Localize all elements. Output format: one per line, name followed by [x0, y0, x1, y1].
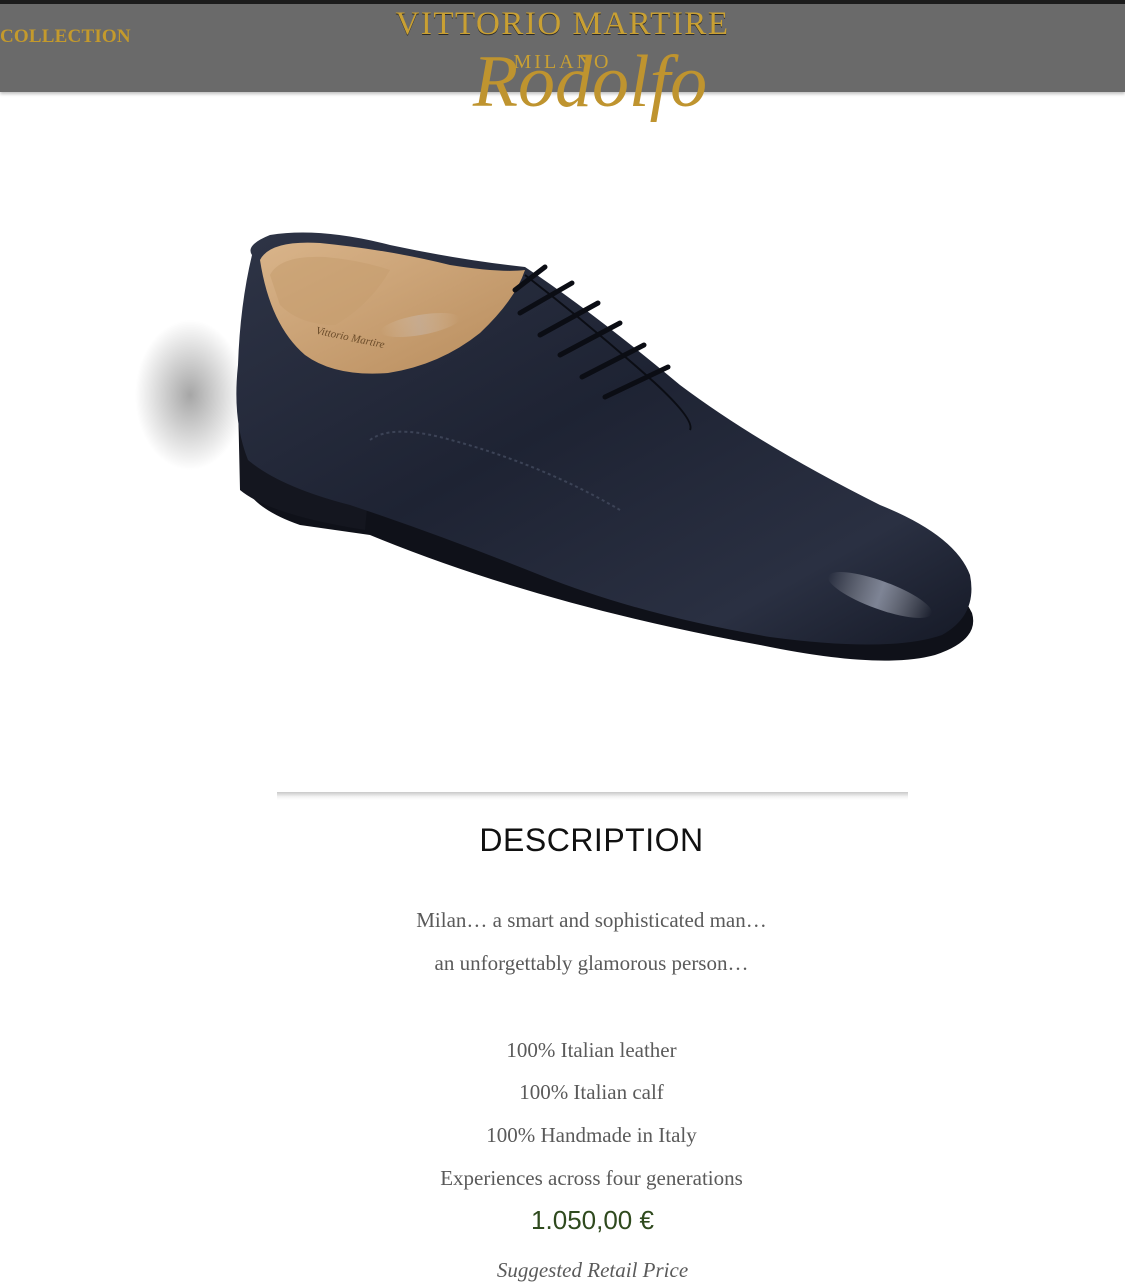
price-note: Suggested Retail Price	[496, 1258, 689, 1282]
feature-line: 100% Handmade in Italy	[486, 1123, 697, 1147]
oxford-shoe-illustration: Vittorio Martire	[135, 232, 974, 661]
feature-line: 100% Italian leather	[506, 1038, 677, 1062]
section-divider	[277, 792, 908, 800]
brand-name[interactable]: VITTORIO MARTIRE	[0, 6, 1125, 43]
description-intro-line: an unforgettably glamorous person…	[434, 951, 749, 975]
product-price: 1.050,00 €	[531, 1205, 654, 1235]
shoe-shadow	[135, 320, 245, 470]
feature-line: Experiences across four generations	[440, 1166, 743, 1190]
product-image[interactable]: Vittorio Martire	[120, 205, 1000, 705]
description-heading: DESCRIPTION	[479, 822, 704, 858]
feature-line: 100% Italian calf	[519, 1080, 664, 1104]
product-title: Rodolfo	[472, 41, 708, 123]
description-intro-line: Milan… a smart and sophisticated man…	[416, 908, 767, 932]
